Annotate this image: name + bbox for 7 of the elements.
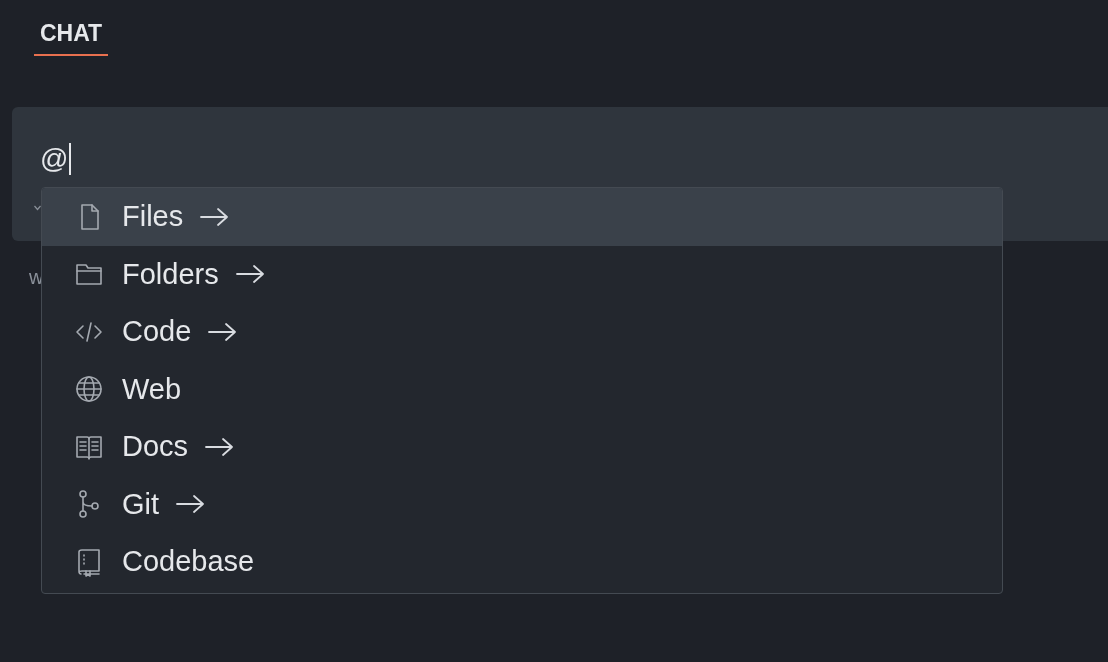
menu-item-label: Docs	[122, 430, 189, 464]
menu-item-label: Git	[122, 487, 160, 521]
menu-item-label: Files	[122, 200, 184, 234]
menu-item-label: Folders	[122, 257, 219, 291]
menu-item-label: Codebase	[122, 545, 255, 579]
menu-item-label: Web	[122, 372, 182, 406]
menu-item-label: Code	[122, 315, 192, 349]
